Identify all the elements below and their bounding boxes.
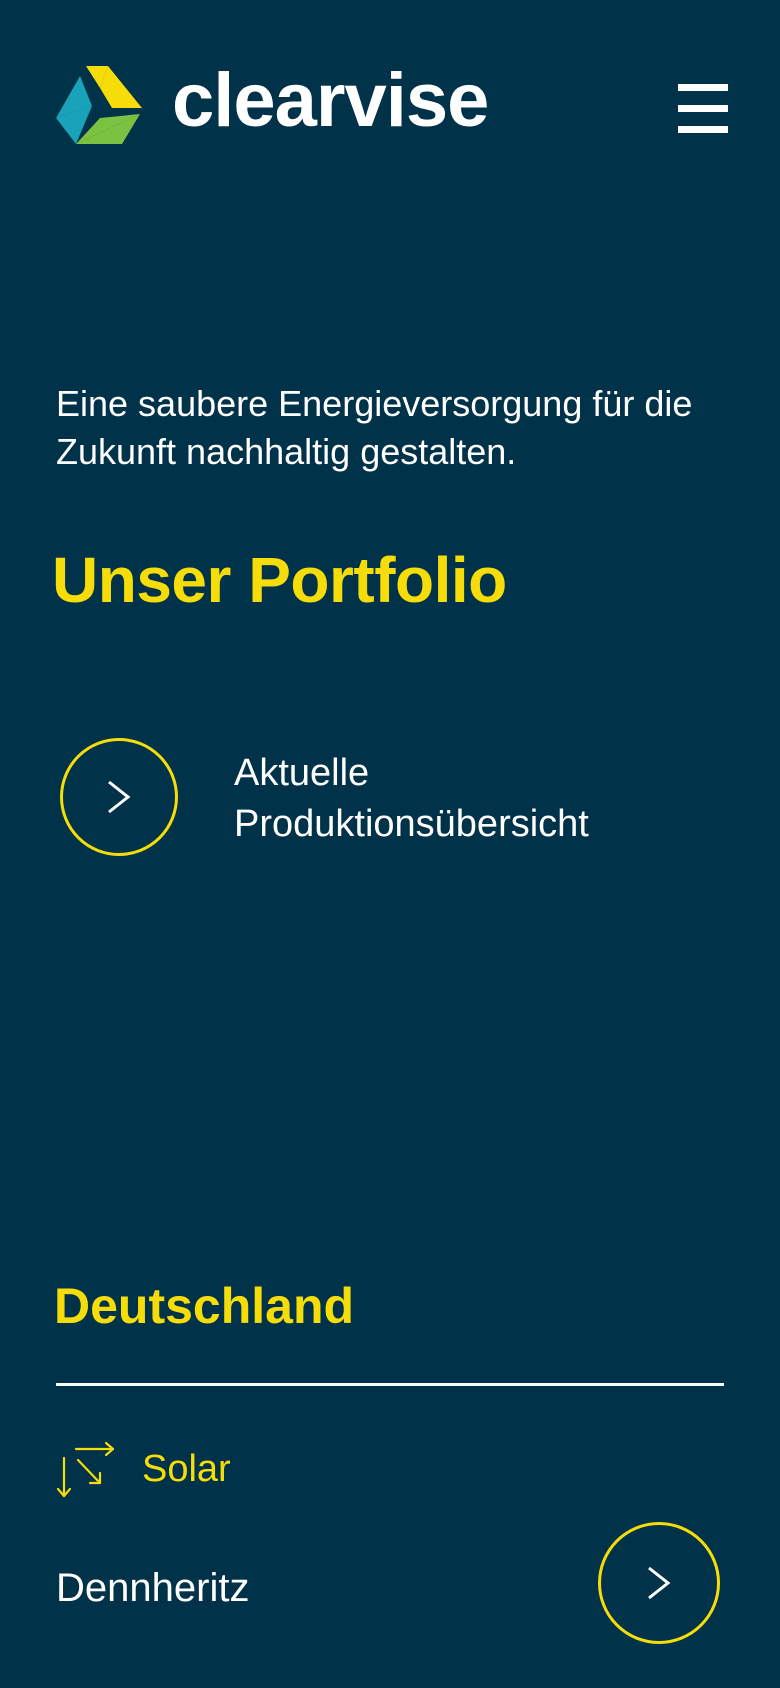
country-heading: Deutschland [54, 1278, 355, 1334]
category-label: Solar [142, 1448, 231, 1490]
project-details-button[interactable] [598, 1522, 720, 1644]
portfolio-heading: Unser Portfolio [52, 544, 507, 616]
production-overview-link[interactable]: Aktuelle Produktionsübersicht [234, 748, 734, 850]
hamburger-menu-icon [678, 84, 728, 91]
brand-name: clearvise [172, 58, 489, 143]
section-divider [56, 1383, 724, 1386]
chevron-right-icon [648, 1566, 671, 1600]
category-row: Solar [56, 1440, 231, 1498]
project-name: Dennheritz [56, 1566, 250, 1610]
clearvise-logo[interactable]: clearvise [56, 58, 489, 144]
menu-button[interactable] [678, 84, 730, 136]
hero-tagline: Eine saubere Energieversorgung für die Z… [56, 383, 693, 472]
clearvise-logo-icon [56, 66, 142, 144]
production-overview-button[interactable] [60, 738, 178, 856]
solar-arrows-icon [56, 1441, 115, 1498]
chevron-right-icon [108, 780, 131, 814]
site-header: clearvise [0, 0, 780, 220]
